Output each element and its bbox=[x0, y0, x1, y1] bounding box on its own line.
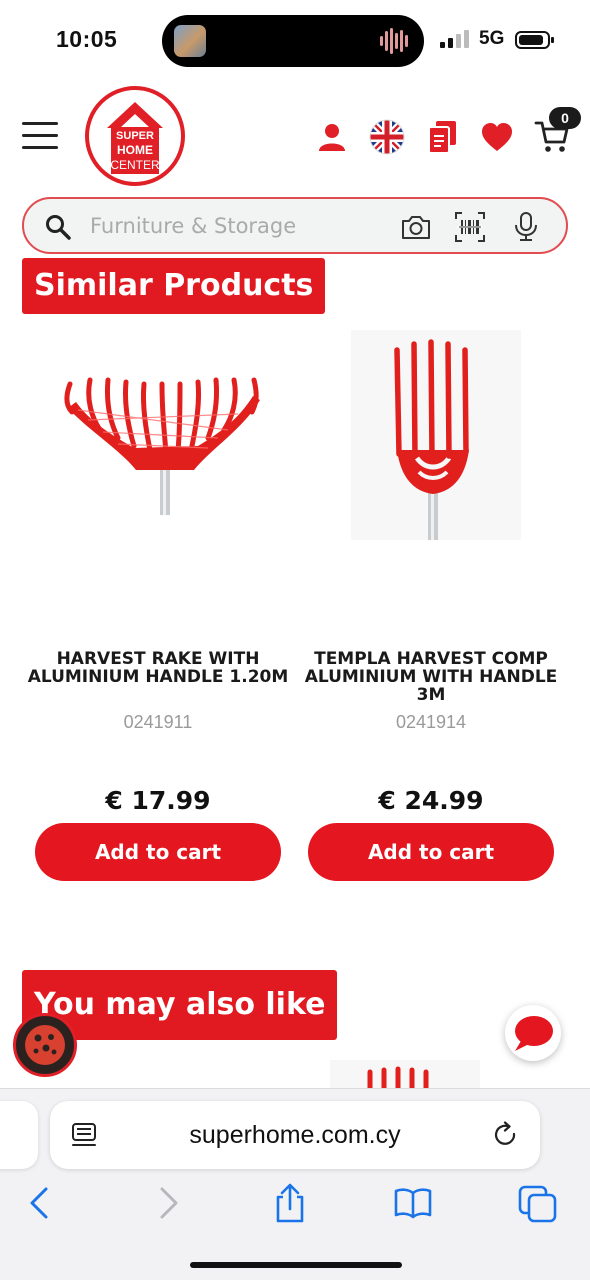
logo-text-home: HOME bbox=[117, 143, 153, 157]
previous-tab-preview[interactable] bbox=[0, 1101, 38, 1169]
product-sku: 0241914 bbox=[395, 712, 467, 732]
cookie-icon bbox=[25, 1025, 65, 1065]
dynamic-island[interactable] bbox=[162, 15, 424, 67]
audio-waveform-icon bbox=[380, 28, 410, 54]
share-icon[interactable] bbox=[270, 1183, 310, 1223]
reload-icon[interactable] bbox=[492, 1121, 520, 1149]
cart-count-badge: 0 bbox=[549, 107, 581, 129]
site-header: SUPER HOME CENTER bbox=[0, 80, 590, 190]
camera-icon[interactable] bbox=[400, 211, 432, 243]
add-to-cart-button[interactable]: Add to cart bbox=[35, 823, 281, 881]
address-bar[interactable]: superhome.com.cy bbox=[50, 1101, 540, 1169]
logo[interactable]: SUPER HOME CENTER bbox=[85, 86, 185, 186]
logo-text-center: CENTER bbox=[110, 158, 160, 172]
product-name[interactable]: TEMPLA HARVEST COMP ALUMINIUM WITH HANDL… bbox=[296, 650, 566, 704]
search-input[interactable] bbox=[90, 210, 390, 242]
product-sku: 0241911 bbox=[123, 712, 193, 732]
product-card[interactable]: HARVEST RAKE WITH ALUMINIUM HANDLE 1.20M… bbox=[23, 330, 293, 890]
menu-icon[interactable] bbox=[22, 122, 58, 150]
account-icon[interactable] bbox=[317, 122, 347, 152]
bookmarks-icon[interactable] bbox=[393, 1183, 433, 1223]
product-card[interactable]: TEMPLA HARVEST COMP ALUMINIUM WITH HANDL… bbox=[296, 330, 566, 890]
browser-toolbar: superhome.com.cy bbox=[0, 1088, 590, 1280]
search-icon[interactable] bbox=[44, 213, 72, 241]
harvest-rake-image[interactable] bbox=[48, 330, 268, 540]
microphone-icon[interactable] bbox=[510, 211, 542, 243]
catalog-icon[interactable] bbox=[428, 121, 456, 153]
home-indicator[interactable] bbox=[190, 1262, 402, 1268]
status-bar: 10:05 5G bbox=[0, 0, 590, 80]
chat-button[interactable] bbox=[505, 1005, 561, 1061]
back-icon[interactable] bbox=[20, 1183, 60, 1223]
signal-icon bbox=[440, 30, 469, 48]
product-name[interactable]: HARVEST RAKE WITH ALUMINIUM HANDLE 1.20M bbox=[23, 650, 293, 686]
battery-icon bbox=[515, 31, 554, 49]
url-text: superhome.com.cy bbox=[189, 1121, 401, 1149]
similar-products-heading: Similar Products bbox=[22, 258, 326, 314]
search-bar bbox=[22, 197, 568, 254]
wishlist-heart-icon[interactable] bbox=[481, 122, 513, 152]
add-to-cart-button[interactable]: Add to cart bbox=[308, 823, 554, 881]
now-playing-thumbnail bbox=[174, 25, 206, 57]
tabs-icon[interactable] bbox=[518, 1183, 558, 1223]
product-price: € 17.99 bbox=[105, 786, 211, 815]
barcode-scanner-icon[interactable] bbox=[454, 211, 486, 243]
chat-bubble-icon bbox=[515, 1016, 553, 1051]
uk-flag-icon[interactable] bbox=[369, 119, 405, 155]
forward-icon[interactable] bbox=[148, 1183, 188, 1223]
cookie-settings-button[interactable] bbox=[13, 1013, 77, 1077]
harvest-fork-image[interactable] bbox=[321, 330, 541, 540]
product-price: € 24.99 bbox=[378, 786, 484, 815]
logo-text-super: SUPER bbox=[116, 130, 154, 142]
status-time: 10:05 bbox=[56, 26, 118, 52]
network-type: 5G bbox=[479, 28, 505, 49]
